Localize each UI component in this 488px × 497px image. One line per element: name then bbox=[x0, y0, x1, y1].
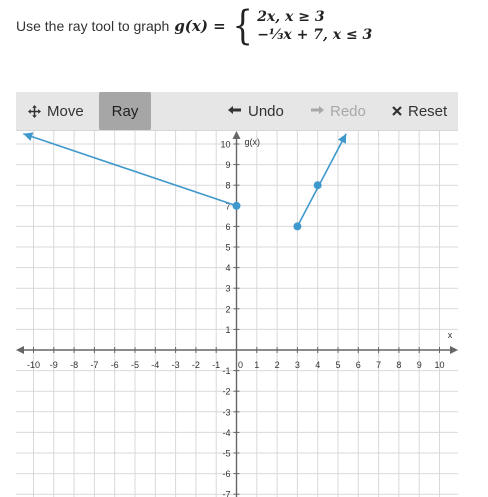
ray-1-arrowhead bbox=[23, 132, 34, 141]
prompt-text: Use the ray tool to graph bbox=[16, 18, 170, 34]
y-axis-label: g(x) bbox=[245, 137, 261, 147]
y-tick-label: -2 bbox=[222, 387, 230, 397]
x-tick-label: 7 bbox=[376, 360, 381, 370]
close-x-icon bbox=[392, 106, 402, 116]
redo-label: Redo bbox=[330, 102, 366, 120]
x-tick-label: -9 bbox=[50, 360, 58, 370]
point-4-8 bbox=[313, 181, 322, 190]
ray-1-line bbox=[23, 132, 237, 207]
graph-canvas[interactable]: -10 -9 -8 -7 -6 -5 -4 -3 -2 -1 0 1 2 3 4 5 6 7 8 9 10-7-6-5-… bbox=[16, 131, 458, 497]
x-tick-label: 2 bbox=[275, 360, 280, 370]
y-tick-label: -5 bbox=[222, 449, 230, 459]
x-tick-label: -2 bbox=[192, 360, 200, 370]
ray-label: Ray bbox=[111, 102, 139, 120]
point-3-6 bbox=[293, 222, 302, 231]
ray-tool-button[interactable]: Ray bbox=[99, 92, 151, 130]
graph-toolbar: Move Ray Undo Redo Reset bbox=[16, 92, 458, 131]
piecewise-cases: 2x, x ≥ 3 −⅓x + 7, x ≤ 3 bbox=[257, 9, 372, 43]
x-tick-label: 4 bbox=[315, 360, 320, 370]
x-tick-label: -8 bbox=[70, 360, 78, 370]
y-tick-label: -4 bbox=[222, 428, 230, 438]
x-tick-label: 6 bbox=[356, 360, 361, 370]
x-tick-label: 10 bbox=[434, 360, 444, 370]
x-tick-label: 5 bbox=[335, 360, 340, 370]
point-0-7 bbox=[232, 201, 241, 210]
redo-arrow-icon bbox=[310, 105, 324, 117]
x-tick-label: -3 bbox=[172, 360, 180, 370]
y-axis-up-arrow bbox=[232, 131, 241, 139]
coordinate-graph[interactable]: -10 -9 -8 -7 -6 -5 -4 -3 -2 -1 0 1 2 3 4 5 6 7 8 9 10 -7 -6 -5-… bbox=[16, 131, 458, 497]
y-tick-label: 3 bbox=[225, 284, 230, 294]
x-tick-label: -7 bbox=[90, 360, 98, 370]
undo-arrow-icon bbox=[228, 105, 242, 117]
question-prompt: Use the ray tool to graph g(x) = { 2x, x… bbox=[16, 4, 476, 48]
move-tool-button[interactable]: Move bbox=[28, 92, 84, 130]
x-tick-label: -1 bbox=[212, 360, 220, 370]
undo-button[interactable]: Undo bbox=[228, 92, 284, 130]
x-tick-label: 0 bbox=[238, 360, 243, 370]
x-tick-label: -4 bbox=[151, 360, 159, 370]
piecewise-case-2: −⅓x + 7, x ≤ 3 bbox=[257, 27, 373, 43]
y-tick-label: -7 bbox=[222, 490, 230, 497]
x-tick-label: 1 bbox=[254, 360, 259, 370]
y-tick-label: -1 bbox=[222, 366, 230, 376]
x-tick-label: -10 bbox=[27, 360, 40, 370]
redo-button[interactable]: Redo bbox=[310, 92, 366, 130]
x-tick-label: 9 bbox=[417, 360, 422, 370]
move-arrows-icon bbox=[28, 104, 41, 118]
ray-2-line bbox=[296, 133, 347, 227]
y-tick-label: 9 bbox=[225, 160, 230, 170]
x-tick-label: -6 bbox=[111, 360, 119, 370]
undo-label: Undo bbox=[248, 102, 284, 120]
y-tick-label: 2 bbox=[225, 304, 230, 314]
y-tick-label: 6 bbox=[225, 222, 230, 232]
function-name: g(x) = bbox=[174, 17, 226, 35]
brace-symbol: { bbox=[232, 3, 253, 49]
y-tick-label: -6 bbox=[222, 469, 230, 479]
reset-label: Reset bbox=[408, 102, 448, 120]
x-axis-label: x bbox=[448, 330, 453, 340]
x-axis-right-arrow bbox=[450, 346, 458, 354]
x-axis-left-arrow bbox=[16, 346, 24, 354]
y-tick-label: 1 bbox=[225, 325, 230, 335]
move-label: Move bbox=[47, 102, 84, 120]
y-tick-label: 4 bbox=[225, 263, 230, 273]
piecewise-case-1: 2x, x ≥ 3 bbox=[257, 9, 325, 25]
y-tick-label: 10 bbox=[220, 140, 230, 150]
reset-button[interactable]: Reset bbox=[392, 92, 447, 130]
x-tick-label: 3 bbox=[295, 360, 300, 370]
y-tick-label: -3 bbox=[222, 407, 230, 417]
y-tick-label: 8 bbox=[225, 181, 230, 191]
x-tick-label: -5 bbox=[131, 360, 139, 370]
y-tick-label: 5 bbox=[225, 243, 230, 253]
x-tick-label: 8 bbox=[396, 360, 401, 370]
